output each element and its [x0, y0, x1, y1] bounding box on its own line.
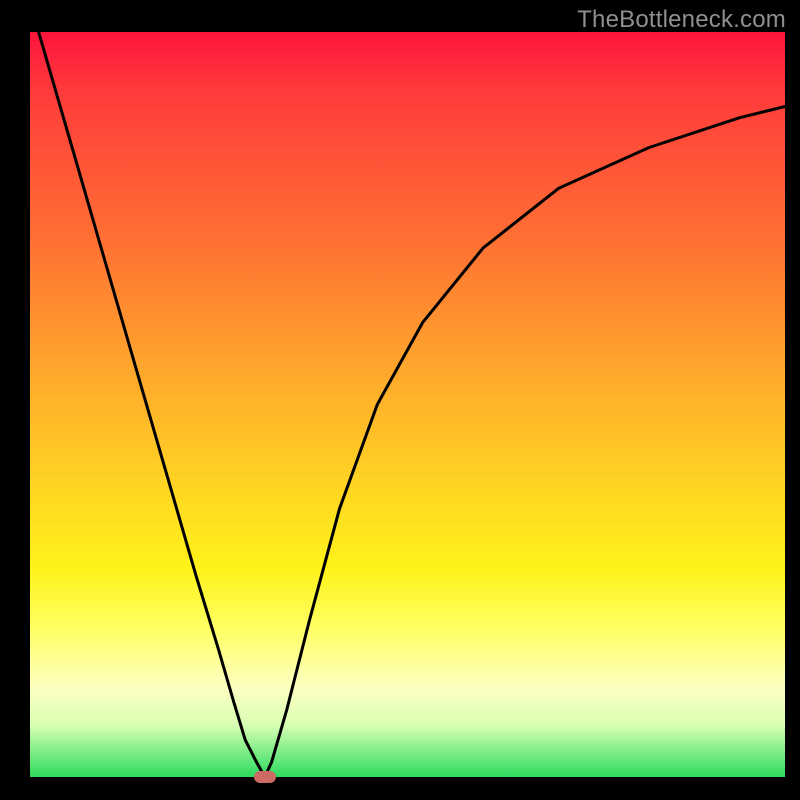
- chart-frame: TheBottleneck.com: [0, 0, 800, 800]
- watermark-text: TheBottleneck.com: [577, 6, 786, 34]
- minimum-marker: [254, 771, 276, 783]
- bottleneck-curve: [30, 32, 785, 777]
- curve-path: [30, 2, 785, 777]
- plot-area: [30, 32, 785, 777]
